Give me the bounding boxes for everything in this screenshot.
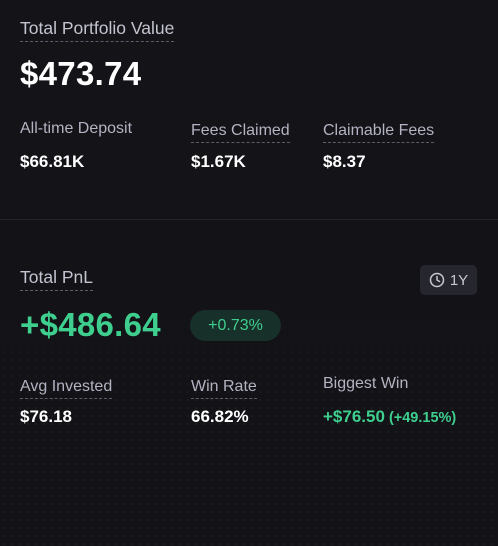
all-time-deposit-label: All-time Deposit xyxy=(20,120,133,137)
time-range-button[interactable]: 1Y xyxy=(420,265,477,295)
biggest-win-value: +$76.50 xyxy=(323,407,385,426)
claimable-fees-value: $8.37 xyxy=(323,152,366,171)
win-rate-value: 66.82% xyxy=(191,407,249,426)
pnl-change-badge: +0.73% xyxy=(190,310,281,341)
portfolio-value: $473.74 xyxy=(20,55,142,92)
portfolio-card: Total Portfolio Value $473.74 All-time D… xyxy=(0,0,498,219)
pnl-value: +$486.64 xyxy=(20,306,161,343)
fees-claimed-label[interactable]: Fees Claimed xyxy=(191,122,290,143)
time-range-label: 1Y xyxy=(449,271,469,289)
biggest-win-label: Biggest Win xyxy=(323,375,409,392)
pnl-card: Total PnL 1Y +$486.64 +0.73% Avg Investe… xyxy=(0,220,498,546)
win-rate-label[interactable]: Win Rate xyxy=(191,378,257,399)
pnl-title[interactable]: Total PnL xyxy=(20,267,93,291)
clock-icon xyxy=(429,272,445,288)
avg-invested-label[interactable]: Avg Invested xyxy=(20,378,113,399)
all-time-deposit-value: $66.81K xyxy=(20,152,85,171)
portfolio-title[interactable]: Total Portfolio Value xyxy=(20,18,175,42)
claimable-fees-label[interactable]: Claimable Fees xyxy=(323,122,435,143)
biggest-win-row: +$76.50 (+49.15%) xyxy=(323,407,456,427)
fees-claimed-value: $1.67K xyxy=(191,152,246,171)
biggest-win-change: (+49.15%) xyxy=(388,410,457,426)
avg-invested-value: $76.18 xyxy=(20,407,72,426)
